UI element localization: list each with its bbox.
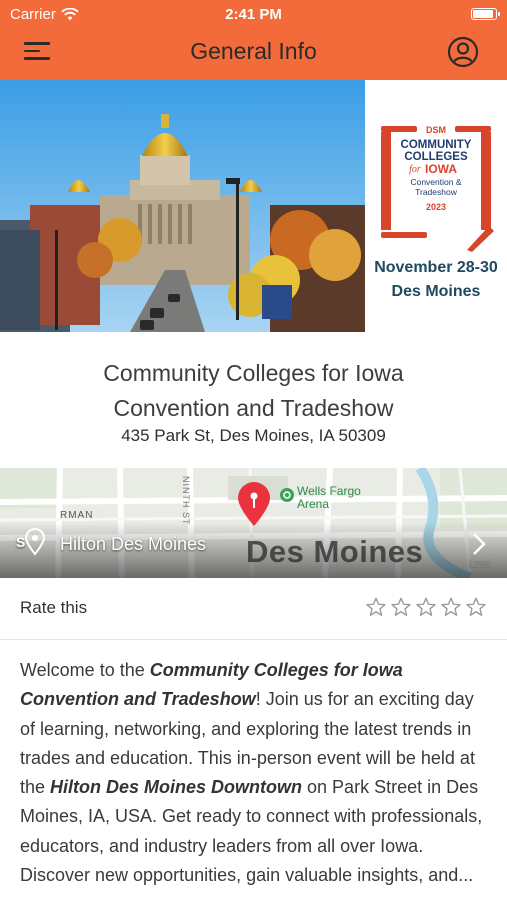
star-icon-1[interactable] bbox=[365, 596, 387, 618]
logo-text-community: COMMUNITY bbox=[401, 139, 472, 151]
logo-text-iowa: IOWA bbox=[425, 162, 457, 176]
map-fragment-label-2: RMAN bbox=[60, 510, 94, 521]
hero-banner: DSM COMMUNITY COLLEGES for IOWA Conventi… bbox=[0, 80, 507, 332]
star-rating bbox=[365, 596, 487, 618]
logo-text-tradeshow: Tradeshow bbox=[415, 187, 458, 197]
clock: 2:41 PM bbox=[225, 6, 282, 23]
star-icon-3[interactable] bbox=[415, 596, 437, 618]
map-legal-link[interactable]: Legal bbox=[469, 558, 491, 568]
navigation-bar: General Info bbox=[0, 28, 507, 76]
chevron-right-icon[interactable] bbox=[471, 532, 487, 556]
description-text-4: gain valuable insights, and... bbox=[246, 865, 474, 886]
location-marker-icon bbox=[24, 528, 46, 556]
description-bold-venue: Hilton Des Moines Downtown bbox=[50, 777, 303, 798]
map-city-label: Des Moines bbox=[246, 534, 424, 569]
logo-text-convention: Convention & bbox=[410, 177, 461, 187]
description-text-1: Welcome to the bbox=[20, 660, 150, 680]
logo-text-year: 2023 bbox=[426, 202, 446, 212]
map-place-name: Hilton Des Moines bbox=[60, 534, 207, 554]
logo-text-for: for bbox=[409, 164, 421, 175]
star-icon-5[interactable] bbox=[465, 596, 487, 618]
map-arena-label-line2: Arena bbox=[297, 497, 330, 511]
page-title: General Info bbox=[190, 38, 317, 64]
map-pin-icon[interactable] bbox=[234, 480, 274, 528]
capitol-building-photo bbox=[0, 80, 365, 332]
map-street-label: NINTH ST bbox=[181, 476, 191, 526]
logo-text-dsm: DSM bbox=[426, 125, 446, 135]
star-icon-2[interactable] bbox=[390, 596, 412, 618]
event-title-line2: Convention and Tradeshow bbox=[113, 395, 394, 421]
event-dates: November 28-30 bbox=[374, 259, 498, 276]
event-title-line1: Community Colleges for Iowa bbox=[103, 360, 404, 386]
arena-poi-icon bbox=[280, 488, 294, 502]
status-bar: Carrier 2:41 PM bbox=[0, 4, 507, 26]
event-dates-block: November 28-30 Des Moines bbox=[365, 256, 507, 304]
event-city: Des Moines bbox=[391, 283, 481, 300]
event-address: 435 Park St, Des Moines, IA 50309 bbox=[121, 426, 386, 445]
star-icon-4[interactable] bbox=[440, 596, 462, 618]
top-bar: Carrier 2:41 PM General Info bbox=[0, 0, 507, 80]
convention-logo: DSM COMMUNITY COLLEGES for IOWA Conventi… bbox=[381, 125, 494, 252]
location-map[interactable]: NINTH ST Wells Fargo Arena Des Moines S … bbox=[0, 468, 507, 578]
rating-row: Rate this bbox=[0, 578, 507, 640]
rate-label: Rate this bbox=[20, 598, 88, 617]
event-title: Community Colleges for Iowa Convention a… bbox=[0, 356, 507, 426]
battery-icon bbox=[471, 8, 500, 20]
user-circle-icon[interactable] bbox=[447, 36, 479, 68]
map-arena-label: Wells Fargo Arena bbox=[297, 485, 361, 511]
event-description: Welcome to the Community Colleges for Io… bbox=[20, 656, 490, 890]
event-brand-panel: DSM COMMUNITY COLLEGES for IOWA Conventi… bbox=[365, 80, 507, 332]
